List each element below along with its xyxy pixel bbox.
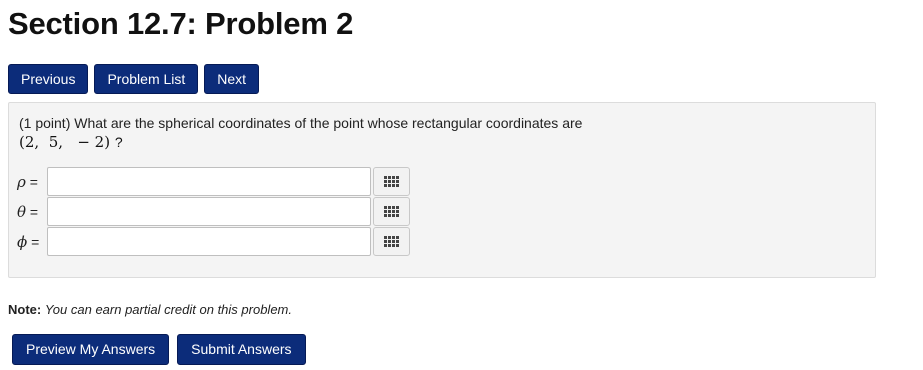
question-text: (1 point) What are the spherical coordin… — [19, 115, 583, 131]
problem-panel: (1 point) What are the spherical coordin… — [8, 102, 876, 278]
theta-label: θ = — [17, 203, 38, 221]
phi-symbol: ϕ — [17, 233, 28, 251]
problem-nav: Previous Problem List Next — [8, 64, 260, 94]
partial-credit-note: Note: You can earn partial credit on thi… — [8, 302, 292, 317]
phi-equals: = — [27, 234, 40, 250]
coordinates-expression: (2, 5, − 2) — [19, 133, 111, 151]
note-label: Note: — [8, 302, 42, 317]
grid-icon — [384, 206, 399, 217]
phi-equation-editor-button[interactable] — [373, 227, 410, 256]
answer-row-phi: ϕ = — [9, 227, 429, 257]
grid-icon — [384, 176, 399, 187]
rho-label: ρ = — [17, 173, 38, 191]
theta-equation-editor-button[interactable] — [373, 197, 410, 226]
theta-equals: = — [26, 204, 39, 220]
page-title: Section 12.7: Problem 2 — [8, 6, 354, 41]
rho-symbol: ρ — [17, 173, 26, 191]
question-mark: ? — [114, 134, 123, 150]
next-button[interactable]: Next — [204, 64, 260, 94]
grid-icon — [384, 236, 399, 247]
answer-row-theta: θ = — [9, 197, 429, 227]
submit-actions: Preview My Answers Submit Answers — [12, 334, 306, 365]
previous-button[interactable]: Previous — [8, 64, 89, 94]
rho-equals: = — [25, 174, 38, 190]
theta-answer-input[interactable] — [47, 197, 371, 226]
phi-answer-input[interactable] — [47, 227, 371, 256]
rho-answer-input[interactable] — [47, 167, 371, 196]
problem-page: Section 12.7: Problem 2 Previous Problem… — [0, 0, 923, 370]
rectangular-coordinates: (2, 5, − 2) ? — [19, 133, 123, 151]
submit-answers-button[interactable]: Submit Answers — [177, 334, 306, 365]
note-text: You can earn partial credit on this prob… — [44, 302, 292, 317]
problem-list-button[interactable]: Problem List — [94, 64, 199, 94]
preview-answers-button[interactable]: Preview My Answers — [12, 334, 170, 365]
answer-row-rho: ρ = — [9, 167, 429, 197]
phi-label: ϕ = — [17, 233, 39, 251]
rho-equation-editor-button[interactable] — [373, 167, 410, 196]
theta-symbol: θ — [17, 203, 27, 221]
